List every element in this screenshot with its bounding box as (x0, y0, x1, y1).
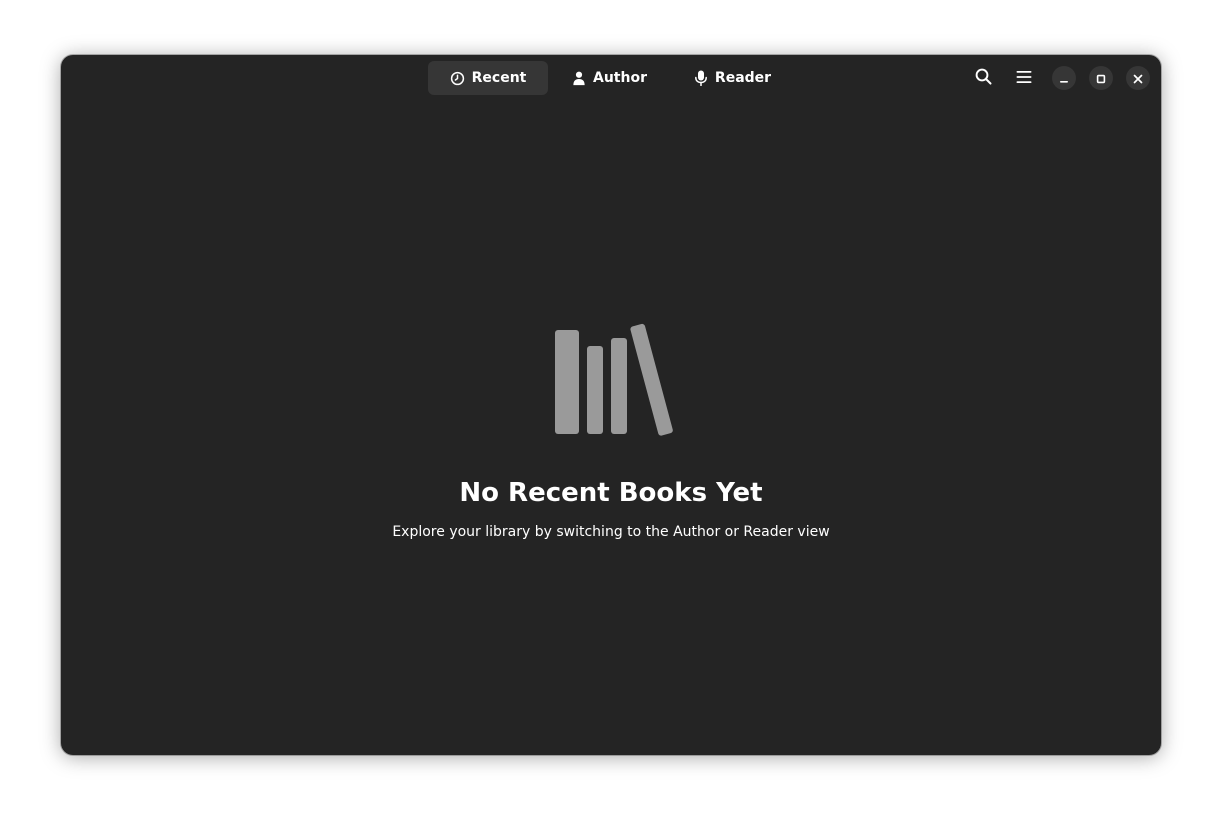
status-title: No Recent Books Yet (459, 478, 763, 508)
books-icon (553, 321, 675, 437)
app-window: Recent Author Reader No Recent Books Yet… (61, 55, 1161, 755)
empty-status-page: No Recent Books Yet Explore your library… (61, 55, 1161, 755)
status-description: Explore your library by switching to the… (392, 524, 830, 540)
